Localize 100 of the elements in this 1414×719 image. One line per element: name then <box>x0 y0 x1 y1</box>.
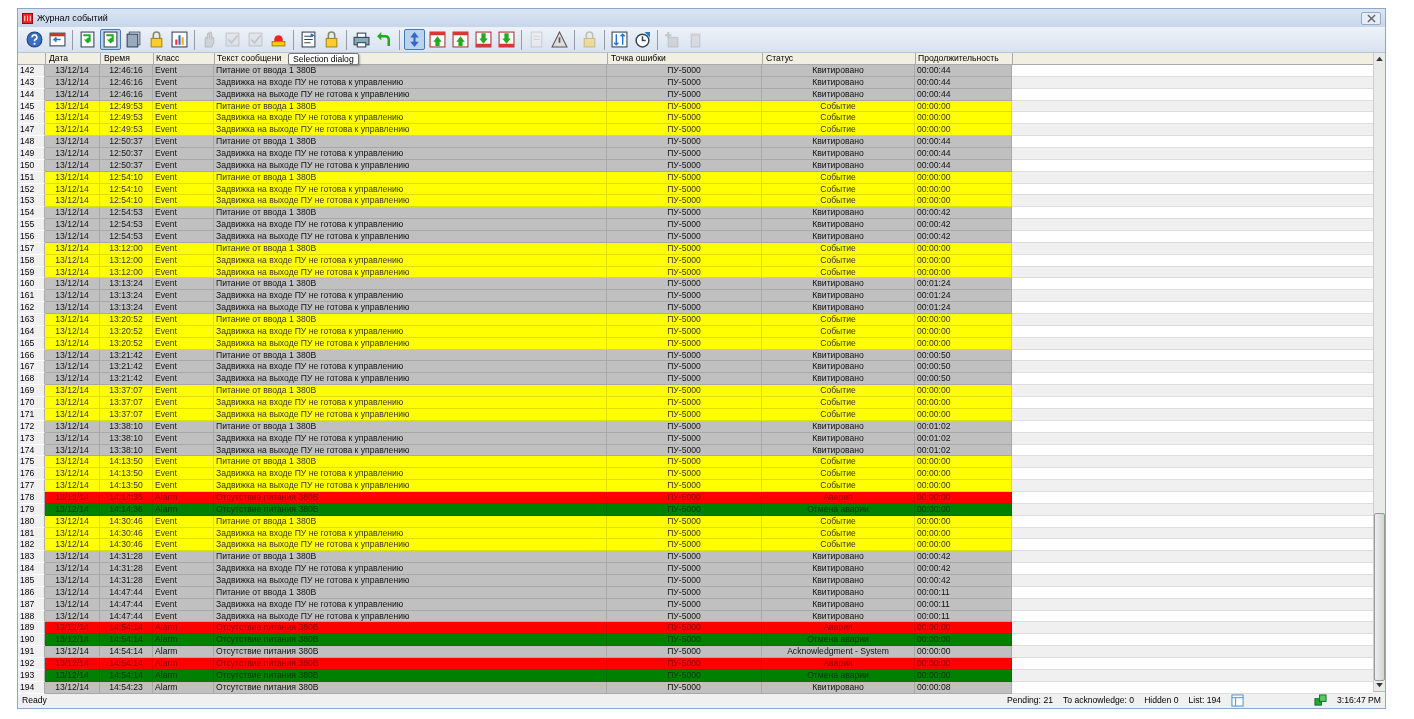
warning-button[interactable] <box>549 29 570 50</box>
table-cell: Event <box>153 397 214 409</box>
column-header[interactable]: Точка ошибки <box>608 53 763 64</box>
printer-button[interactable] <box>351 29 372 50</box>
table-cell: Питание от ввода 1 380В <box>214 65 607 77</box>
row-number: 191 <box>18 646 45 658</box>
down-arrow-button[interactable] <box>496 29 517 50</box>
table-cell: 13/12/14 <box>45 456 100 469</box>
document-arrow-button[interactable] <box>100 29 121 50</box>
table-cell: 00:00:00 <box>915 314 1012 326</box>
lock-icon <box>581 31 598 48</box>
table-cell: 14:54:14 <box>100 646 153 658</box>
window-title: Журнал событий <box>37 13 108 23</box>
row-number: 163 <box>18 314 45 326</box>
up-arrow-button[interactable] <box>450 29 471 50</box>
row-number: 189 <box>18 622 45 635</box>
table-cell: Event <box>153 468 214 481</box>
document-arrow-button[interactable] <box>77 29 98 50</box>
row-number: 190 <box>18 634 45 647</box>
table-cell: 12:54:53 <box>100 207 153 220</box>
clock-button[interactable] <box>632 29 653 50</box>
table-cell: 13/12/14 <box>45 124 100 137</box>
row-number: 175 <box>18 456 45 469</box>
table-cell: 13/12/14 <box>45 539 100 552</box>
checklist-icon <box>224 31 241 48</box>
pending-count: Pending: 21 <box>1007 695 1053 705</box>
document-icon <box>528 31 545 48</box>
table-cell: Event <box>153 195 214 208</box>
column-header[interactable]: Время <box>101 53 154 64</box>
undo-arrow-icon <box>376 31 393 48</box>
table-cell: 13/12/14 <box>45 136 100 148</box>
window-arrow-button[interactable] <box>47 29 68 50</box>
row-number: 146 <box>18 112 45 125</box>
table-cell: 14:54:14 <box>100 622 153 635</box>
warning-icon <box>551 31 568 48</box>
table-cell: ПУ-5000 <box>607 314 762 326</box>
column-header[interactable]: Продолжительность <box>916 53 1013 64</box>
list-document-button[interactable] <box>298 29 319 50</box>
table-cell: Alarm <box>153 622 214 635</box>
table-cell: Alarm <box>153 646 214 658</box>
table-cell: 00:00:42 <box>915 207 1012 220</box>
table-cell: 00:00:50 <box>915 361 1012 374</box>
column-header[interactable]: Статус <box>763 53 916 64</box>
table-cell: Квитировано <box>762 231 915 243</box>
pages-button[interactable] <box>123 29 144 50</box>
table-cell: 13:21:42 <box>100 373 153 386</box>
table-cell: 00:00:00 <box>915 456 1012 469</box>
table-cell: ПУ-5000 <box>607 231 762 243</box>
row-number: 182 <box>18 539 45 552</box>
table-cell: 13:37:07 <box>100 397 153 409</box>
table-cell: Event <box>153 385 214 398</box>
table-cell: Квитировано <box>762 278 915 291</box>
column-header[interactable]: Дата <box>46 53 101 64</box>
scroll-thumb[interactable] <box>1374 513 1385 681</box>
column-header[interactable]: Класс <box>154 53 215 64</box>
bar-chart-button[interactable] <box>169 29 190 50</box>
table-cell: 00:00:00 <box>915 622 1012 635</box>
table-cell: 14:31:28 <box>100 551 153 564</box>
table-cell: Задвижка на выходе ПУ не готова к управлению <box>214 373 607 386</box>
up-arrow-button[interactable] <box>427 29 448 50</box>
help-button[interactable] <box>24 29 45 50</box>
table-cell: 00:00:00 <box>915 468 1012 481</box>
table-cell: ПУ-5000 <box>607 456 762 469</box>
table-cell: Квитировано <box>762 219 915 232</box>
table-cell: Квитировано <box>762 148 915 160</box>
table-cell: Event <box>153 148 214 160</box>
sort-button[interactable] <box>609 29 630 50</box>
row-number: 149 <box>18 148 45 160</box>
table-cell: Event <box>153 124 214 137</box>
table-cell: 00:00:42 <box>915 563 1012 575</box>
table-cell: Квитировано <box>762 373 915 386</box>
table-cell: Event <box>153 112 214 125</box>
table-cell: 00:00:00 <box>915 124 1012 137</box>
table-cell: 12:50:37 <box>100 136 153 148</box>
vertical-scrollbar[interactable] <box>1373 53 1385 691</box>
up-down-arrow-button[interactable] <box>404 29 425 50</box>
table-cell: 14:13:50 <box>100 456 153 469</box>
close-button[interactable] <box>1361 11 1381 25</box>
down-arrow-button[interactable] <box>473 29 494 50</box>
table-cell: 00:00:50 <box>915 373 1012 386</box>
table-cell: 13/12/14 <box>45 622 100 635</box>
table-cell: 14:30:46 <box>100 539 153 552</box>
table-cell: Acknowledgment - System <box>762 646 915 658</box>
table-cell: 14:31:28 <box>100 563 153 575</box>
table-cell: Событие <box>762 385 915 398</box>
table-cell: Событие <box>762 480 915 492</box>
table-cell: 00:00:42 <box>915 551 1012 564</box>
table-cell: 00:00:42 <box>915 231 1012 243</box>
table-cell: 00:01:24 <box>915 278 1012 291</box>
table-cell: ПУ-5000 <box>607 563 762 575</box>
table-cell: 12:54:53 <box>100 231 153 243</box>
table-cell: 13/12/14 <box>45 551 100 564</box>
table-cell: 12:49:53 <box>100 124 153 137</box>
clock-time: 3:16:47 PM <box>1337 695 1381 705</box>
lock-icon <box>323 31 340 48</box>
table-cell: 13/12/14 <box>45 646 100 658</box>
table-cell: ПУ-5000 <box>607 148 762 160</box>
table-cell: Задвижка на выходе ПУ не готова к управлению <box>214 231 607 243</box>
table-cell: 13/12/14 <box>45 278 100 291</box>
table-cell: Event <box>153 231 214 243</box>
